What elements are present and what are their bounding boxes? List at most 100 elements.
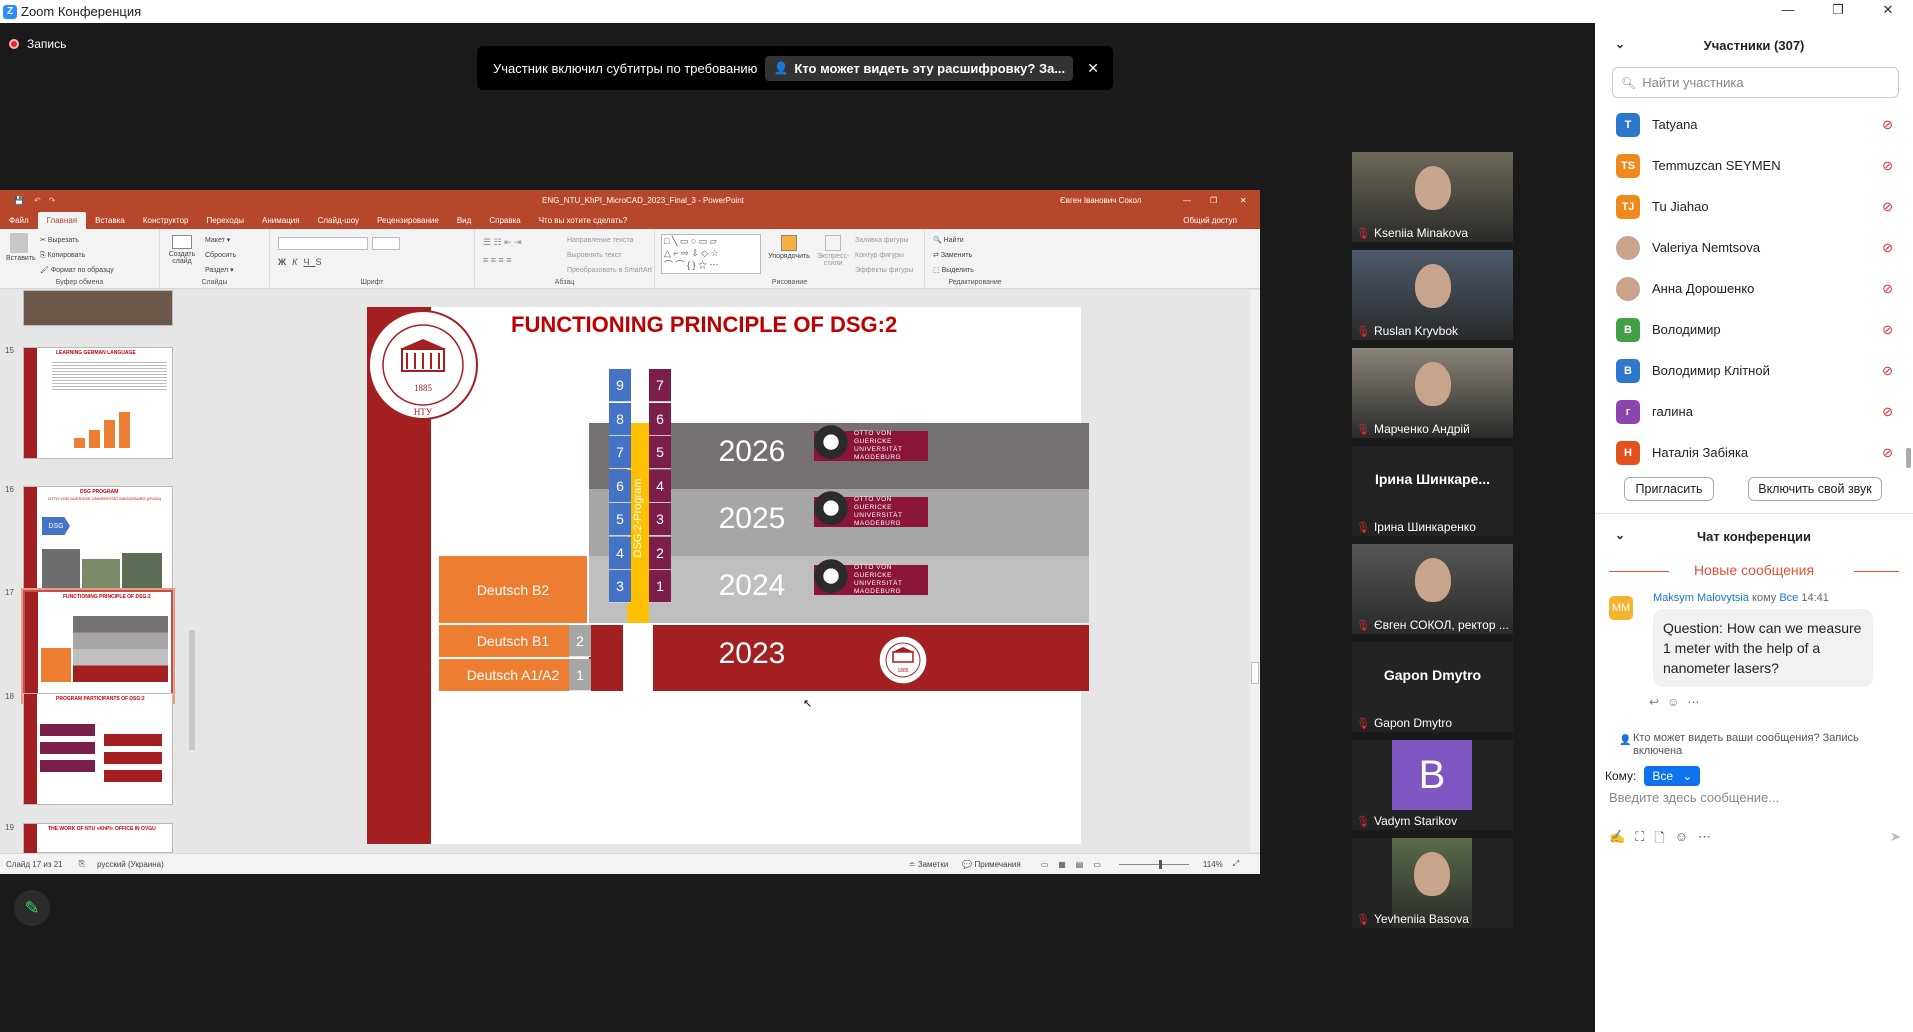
notes-button[interactable]: ≐ Заметки: [909, 860, 949, 869]
slide-thumb-17[interactable]: FUNCTIONING PRINCIPLE OF DSG:2: [21, 588, 175, 704]
sender-name[interactable]: Maksym Malovytsia: [1653, 592, 1749, 604]
recipient-dropdown[interactable]: Все ⌄: [1644, 766, 1701, 786]
ppt-vertical-scrollbar[interactable]: [1250, 290, 1260, 852]
thumbs-scrollbar[interactable]: [188, 290, 196, 850]
section-button[interactable]: Раздел ▾: [205, 263, 236, 278]
participant-scrollbar[interactable]: [1906, 108, 1911, 518]
spellcheck-icon[interactable]: ⎘: [79, 859, 85, 869]
participant-scroll-thumb[interactable]: [1906, 448, 1911, 468]
more-icon[interactable]: ⋯: [1687, 695, 1707, 709]
align-buttons[interactable]: ≡ ≡ ≡ ≡: [483, 255, 512, 265]
video-tile[interactable]: 🎙︎ Ruslan Kryvbok: [1352, 250, 1513, 340]
participant-row[interactable]: TS Temmuzcan SEYMEN ⊘: [1595, 145, 1913, 186]
ppt-tab[interactable]: Вид: [448, 212, 480, 229]
video-tile[interactable]: 🎙︎ Kseniia Minakova: [1352, 152, 1513, 242]
ppt-tab[interactable]: Главная: [37, 212, 87, 229]
video-tile[interactable]: B 🎙︎ Vadym Starikov: [1352, 740, 1513, 830]
shape-outline-button[interactable]: Контур фигуры: [855, 248, 913, 263]
participant-row[interactable]: T Tatyana ⊘: [1595, 104, 1913, 145]
recipient[interactable]: Все: [1779, 592, 1798, 604]
font-family-select[interactable]: [278, 237, 368, 250]
ppt-save-icon[interactable]: 💾: [14, 196, 24, 205]
screenshot-icon[interactable]: ⛶: [1635, 829, 1644, 851]
paste-button[interactable]: Вставить: [6, 233, 36, 262]
ppt-tab[interactable]: Справка: [480, 212, 529, 229]
zoom-slider[interactable]: [1118, 859, 1189, 869]
emoji-icon[interactable]: ☺: [1675, 829, 1688, 851]
participant-row[interactable]: г галина ⊘: [1595, 391, 1913, 432]
bold-button[interactable]: Ж: [278, 257, 292, 267]
quick-styles-button[interactable]: Экспресс-стили: [813, 235, 853, 267]
slide-thumb-15[interactable]: LEARNING GERMAN LANGUAGE: [23, 347, 173, 459]
video-tile[interactable]: Gapon Dmytro 🎙︎ Gapon Dmytro: [1352, 642, 1513, 732]
shapes-gallery[interactable]: □ ╲ ▭ ○ ▭ ▱ △ ⌐ ⇨ ⇩ ◇ ☆ ⌒ ⌒ { } ☆ ⋯: [661, 234, 761, 274]
list-buttons[interactable]: ☰ ☷ ⇤ ⇥: [483, 237, 522, 248]
thumbs-scroll-thumb[interactable]: [189, 630, 195, 750]
smartart-button[interactable]: Преобразовать в SmartArt: [567, 263, 652, 278]
invite-button[interactable]: Пригласить: [1624, 477, 1714, 501]
send-icon[interactable]: ➤: [1890, 829, 1901, 851]
ppt-close-icon[interactable]: ✕: [1240, 196, 1247, 205]
comments-button[interactable]: 💬 Примечания: [962, 860, 1020, 869]
format-painter-button[interactable]: 🖌 Формат по образцу: [40, 263, 114, 278]
ppt-user[interactable]: Євген Іванович Сокол: [1060, 196, 1141, 205]
chat-input[interactable]: Введите здесь сообщение...: [1609, 790, 1899, 812]
zoom-slider-thumb[interactable]: [1158, 859, 1162, 869]
video-tile[interactable]: 🎙︎ Євген СОКОЛ, ректор ...: [1352, 544, 1513, 634]
strikethrough-button[interactable]: S: [315, 257, 327, 267]
ppt-redo-icon[interactable]: ↷: [49, 196, 56, 205]
file-icon[interactable]: 🗋: [1654, 829, 1664, 851]
unmute-button[interactable]: Включить свой звук: [1748, 477, 1882, 501]
text-direction-button[interactable]: Направление текста: [567, 233, 652, 248]
minimize-button[interactable]: —: [1763, 0, 1813, 23]
fit-slide-icon[interactable]: ⤢: [1233, 859, 1239, 869]
transcript-visibility-link[interactable]: 👤 Кто может видеть эту расшифровку? За..…: [765, 55, 1074, 81]
ppt-tab[interactable]: Переходы: [197, 212, 253, 229]
close-button[interactable]: ✕: [1863, 0, 1913, 23]
ppt-tab[interactable]: Конструктор: [134, 212, 198, 229]
video-tile[interactable]: 🎙︎ Yevheniia Basova: [1352, 838, 1513, 928]
participant-row[interactable]: Valeriya Nemtsova ⊘: [1595, 227, 1913, 268]
slide-thumb-18[interactable]: PROGRAM PARTICIPANTS OF DSG:2: [23, 693, 173, 805]
select-button[interactable]: ⬚ Выделить: [933, 263, 974, 278]
slide-thumb-14[interactable]: [23, 290, 173, 326]
ppt-share-button[interactable]: Общий доступ: [1174, 212, 1246, 229]
emoji-reaction-icon[interactable]: ☺: [1667, 695, 1687, 709]
reply-icon[interactable]: ↩: [1649, 695, 1667, 709]
align-text-button[interactable]: Выровнять текст: [567, 248, 652, 263]
more-options-icon[interactable]: ⋯: [1698, 829, 1711, 851]
ppt-tab[interactable]: Файл: [0, 212, 38, 229]
shape-fill-button[interactable]: Заливка фигуры: [855, 233, 913, 248]
chat-collapse-icon[interactable]: ⌄: [1615, 528, 1625, 542]
ppt-tab[interactable]: Анимация: [253, 212, 309, 229]
ppt-restore-icon[interactable]: ❐: [1210, 196, 1217, 205]
shape-effects-button[interactable]: Эффекты фигуры: [855, 263, 913, 278]
underline-button[interactable]: Ч: [303, 257, 315, 267]
participant-row[interactable]: В Володимир ⊘: [1595, 309, 1913, 350]
format-icon[interactable]: ✍: [1609, 829, 1625, 851]
slide-thumb-19[interactable]: THE WORK OF NTU «KhPI» OFFICE IN OVGU: [23, 823, 173, 854]
new-slide-button[interactable]: Создать слайд: [166, 235, 198, 265]
ppt-minimize-icon[interactable]: —: [1183, 196, 1191, 205]
replace-button[interactable]: ⇄ Заменить: [933, 248, 974, 263]
language-indicator[interactable]: русский (Украина): [97, 860, 164, 869]
font-size-select[interactable]: [372, 237, 400, 250]
ppt-tab[interactable]: Что вы хотите сделать?: [530, 212, 636, 229]
ppt-scroll-thumb[interactable]: [1251, 662, 1259, 684]
italic-button[interactable]: К: [292, 257, 303, 267]
notice-close-icon[interactable]: ✕: [1087, 60, 1099, 77]
ppt-undo-icon[interactable]: ↶: [34, 196, 41, 205]
reset-button[interactable]: Сбросить: [205, 248, 236, 263]
participants-collapse-icon[interactable]: ⌄: [1615, 37, 1625, 51]
recording-indicator[interactable]: Запись: [9, 37, 66, 51]
ppt-tab[interactable]: Слайд-шоу: [309, 212, 368, 229]
participant-search-input[interactable]: 🔍︎ Найти участника: [1612, 67, 1899, 98]
layout-button[interactable]: Макет ▾: [205, 233, 236, 248]
video-tile[interactable]: 🎙︎ Марченко Андрій: [1352, 348, 1513, 438]
cut-button[interactable]: ✂ Вырезать: [40, 233, 114, 248]
ppt-tab[interactable]: Рецензирование: [368, 212, 448, 229]
restore-button[interactable]: ❐: [1813, 0, 1863, 23]
participant-row[interactable]: Анна Дорошенко ⊘: [1595, 268, 1913, 309]
find-button[interactable]: 🔍 Найти: [933, 233, 974, 248]
participant-row[interactable]: TJ Tu Jiahao ⊘: [1595, 186, 1913, 227]
